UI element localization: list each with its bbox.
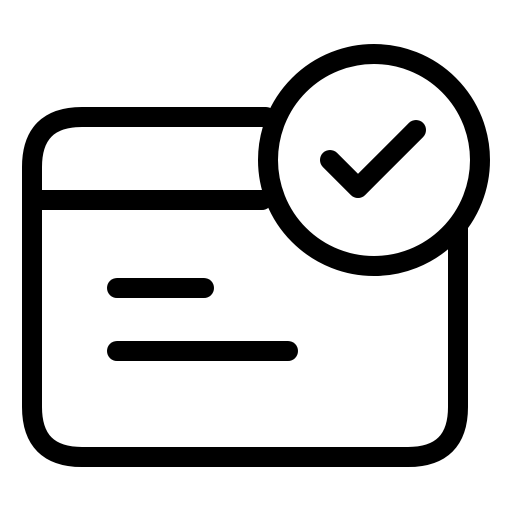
browser-window-check-icon	[22, 44, 490, 467]
icon-canvas	[0, 0, 512, 512]
